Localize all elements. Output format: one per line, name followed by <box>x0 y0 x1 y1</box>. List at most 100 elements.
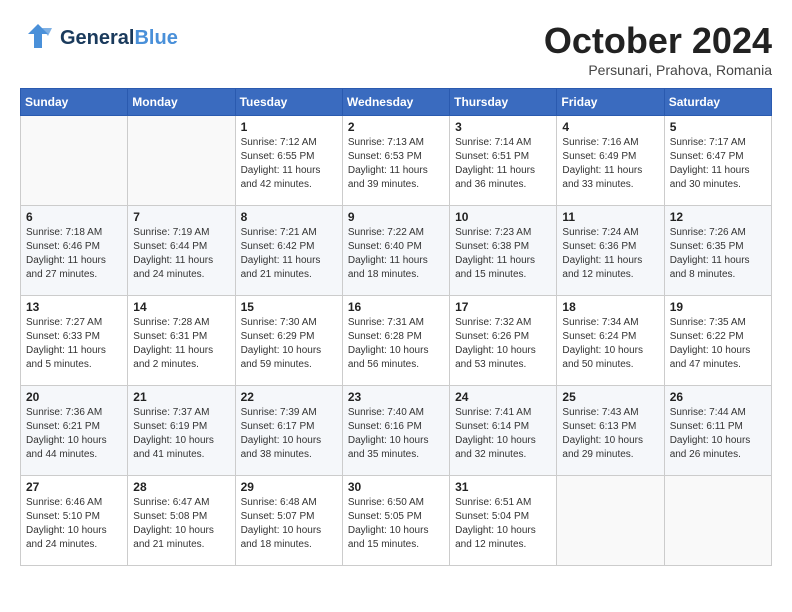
logo-blue-text: Blue <box>134 27 177 49</box>
calendar-cell: 26 Sunrise: 7:44 AM Sunset: 6:11 PM Dayli… <box>664 386 771 476</box>
day-info: Sunrise: 6:47 AM Sunset: 5:08 PM Dayligh… <box>133 496 229 552</box>
day-number: 14 <box>133 300 229 314</box>
day-info: Sunrise: 6:50 AM Sunset: 5:05 PM Dayligh… <box>348 496 444 552</box>
week-row-4: 20Sunrise: 7:36 AM Sunset: 6:21 PM Dayli… <box>21 386 772 476</box>
day-number: 2 <box>348 120 444 134</box>
calendar-cell: 10Sunrise: 7:23 AM Sunset: 6:38 PM Dayli… <box>450 206 557 296</box>
logo-icon <box>20 20 56 56</box>
calendar-cell: 5 Sunrise: 7:17 AM Sunset: 6:47 PM Daylig… <box>664 116 771 206</box>
calendar-cell: 4 Sunrise: 7:16 AM Sunset: 6:49 PM Daylig… <box>557 116 664 206</box>
page-header: GeneralBlue October 2024 Persunari, Prah… <box>20 20 772 78</box>
day-number: 11 <box>562 210 658 224</box>
calendar-cell: 25Sunrise: 7:43 AM Sunset: 6:13 PM Dayli… <box>557 386 664 476</box>
day-info: Sunrise: 7:26 AM Sunset: 6:35 PM Dayligh… <box>670 226 766 282</box>
calendar-cell: 31Sunrise: 6:51 AM Sunset: 5:04 PM Dayli… <box>450 476 557 566</box>
calendar-cell <box>664 476 771 566</box>
week-row-3: 13Sunrise: 7:27 AM Sunset: 6:33 PM Dayli… <box>21 296 772 386</box>
day-number: 1 <box>241 120 337 134</box>
day-info: Sunrise: 6:51 AM Sunset: 5:04 PM Dayligh… <box>455 496 551 552</box>
day-number: 23 <box>348 390 444 404</box>
day-number: 24 <box>455 390 551 404</box>
calendar-cell: 1 Sunrise: 7:12 AM Sunset: 6:55 PM Daylig… <box>235 116 342 206</box>
calendar-cell: 23 Sunrise: 7:40 AM Sunset: 6:16 PM Dayli… <box>342 386 449 476</box>
calendar-cell: 14 Sunrise: 7:28 AM Sunset: 6:31 PM Dayli… <box>128 296 235 386</box>
day-info: Sunrise: 7:31 AM Sunset: 6:28 PM Dayligh… <box>348 316 444 372</box>
day-info: Sunrise: 7:41 AM Sunset: 6:14 PM Dayligh… <box>455 406 551 462</box>
calendar-cell: 16 Sunrise: 7:31 AM Sunset: 6:28 PM Dayli… <box>342 296 449 386</box>
week-row-2: 6 Sunrise: 7:18 AM Sunset: 6:46 PM Daylig… <box>21 206 772 296</box>
calendar-cell: 8Sunrise: 7:21 AM Sunset: 6:42 PM Daylig… <box>235 206 342 296</box>
day-info: Sunrise: 7:30 AM Sunset: 6:29 PM Dayligh… <box>241 316 337 372</box>
month-title: October 2024 <box>544 20 772 62</box>
day-info: Sunrise: 7:16 AM Sunset: 6:49 PM Dayligh… <box>562 136 658 192</box>
day-number: 13 <box>26 300 122 314</box>
calendar-cell: 13Sunrise: 7:27 AM Sunset: 6:33 PM Dayli… <box>21 296 128 386</box>
day-info: Sunrise: 7:34 AM Sunset: 6:24 PM Dayligh… <box>562 316 658 372</box>
weekday-wednesday: Wednesday <box>342 89 449 116</box>
day-number: 4 <box>562 120 658 134</box>
day-info: Sunrise: 7:36 AM Sunset: 6:21 PM Dayligh… <box>26 406 122 462</box>
day-number: 5 <box>670 120 766 134</box>
week-row-5: 27 Sunrise: 6:46 AM Sunset: 5:10 PM Dayli… <box>21 476 772 566</box>
day-info: Sunrise: 7:37 AM Sunset: 6:19 PM Dayligh… <box>133 406 229 462</box>
calendar-cell: 27 Sunrise: 6:46 AM Sunset: 5:10 PM Dayli… <box>21 476 128 566</box>
day-number: 6 <box>26 210 122 224</box>
calendar-cell: 24 Sunrise: 7:41 AM Sunset: 6:14 PM Dayli… <box>450 386 557 476</box>
calendar-cell <box>21 116 128 206</box>
calendar-cell: 29Sunrise: 6:48 AM Sunset: 5:07 PM Dayli… <box>235 476 342 566</box>
day-info: Sunrise: 7:22 AM Sunset: 6:40 PM Dayligh… <box>348 226 444 282</box>
calendar-cell: 30 Sunrise: 6:50 AM Sunset: 5:05 PM Dayli… <box>342 476 449 566</box>
day-info: Sunrise: 7:28 AM Sunset: 6:31 PM Dayligh… <box>133 316 229 372</box>
calendar-cell: 28Sunrise: 6:47 AM Sunset: 5:08 PM Dayli… <box>128 476 235 566</box>
day-number: 7 <box>133 210 229 224</box>
day-number: 10 <box>455 210 551 224</box>
calendar-header: SundayMondayTuesdayWednesdayThursdayFrid… <box>21 89 772 116</box>
weekday-monday: Monday <box>128 89 235 116</box>
calendar-cell: 15Sunrise: 7:30 AM Sunset: 6:29 PM Dayli… <box>235 296 342 386</box>
day-info: Sunrise: 7:13 AM Sunset: 6:53 PM Dayligh… <box>348 136 444 192</box>
day-number: 12 <box>670 210 766 224</box>
day-info: Sunrise: 6:46 AM Sunset: 5:10 PM Dayligh… <box>26 496 122 552</box>
day-info: Sunrise: 7:43 AM Sunset: 6:13 PM Dayligh… <box>562 406 658 462</box>
calendar-cell <box>128 116 235 206</box>
week-row-1: 1 Sunrise: 7:12 AM Sunset: 6:55 PM Daylig… <box>21 116 772 206</box>
calendar-cell: 6 Sunrise: 7:18 AM Sunset: 6:46 PM Daylig… <box>21 206 128 296</box>
calendar-cell: 9Sunrise: 7:22 AM Sunset: 6:40 PM Daylig… <box>342 206 449 296</box>
weekday-row: SundayMondayTuesdayWednesdayThursdayFrid… <box>21 89 772 116</box>
day-info: Sunrise: 7:21 AM Sunset: 6:42 PM Dayligh… <box>241 226 337 282</box>
calendar-cell: 18 Sunrise: 7:34 AM Sunset: 6:24 PM Dayli… <box>557 296 664 386</box>
day-info: Sunrise: 7:14 AM Sunset: 6:51 PM Dayligh… <box>455 136 551 192</box>
day-info: Sunrise: 7:32 AM Sunset: 6:26 PM Dayligh… <box>455 316 551 372</box>
day-info: Sunrise: 6:48 AM Sunset: 5:07 PM Dayligh… <box>241 496 337 552</box>
day-info: Sunrise: 7:40 AM Sunset: 6:16 PM Dayligh… <box>348 406 444 462</box>
day-info: Sunrise: 7:44 AM Sunset: 6:11 PM Dayligh… <box>670 406 766 462</box>
day-number: 26 <box>670 390 766 404</box>
calendar-cell: 21Sunrise: 7:37 AM Sunset: 6:19 PM Dayli… <box>128 386 235 476</box>
day-info: Sunrise: 7:35 AM Sunset: 6:22 PM Dayligh… <box>670 316 766 372</box>
day-info: Sunrise: 7:39 AM Sunset: 6:17 PM Dayligh… <box>241 406 337 462</box>
weekday-tuesday: Tuesday <box>235 89 342 116</box>
calendar-cell: 7Sunrise: 7:19 AM Sunset: 6:44 PM Daylig… <box>128 206 235 296</box>
logo-general-text: General <box>60 27 134 49</box>
day-number: 16 <box>348 300 444 314</box>
weekday-saturday: Saturday <box>664 89 771 116</box>
calendar-cell: 11Sunrise: 7:24 AM Sunset: 6:36 PM Dayli… <box>557 206 664 296</box>
title-block: October 2024 Persunari, Prahova, Romania <box>544 20 772 78</box>
day-number: 19 <box>670 300 766 314</box>
calendar-cell: 17 Sunrise: 7:32 AM Sunset: 6:26 PM Dayli… <box>450 296 557 386</box>
weekday-thursday: Thursday <box>450 89 557 116</box>
calendar-cell <box>557 476 664 566</box>
calendar-cell: 19 Sunrise: 7:35 AM Sunset: 6:22 PM Dayli… <box>664 296 771 386</box>
day-number: 30 <box>348 480 444 494</box>
day-number: 3 <box>455 120 551 134</box>
day-number: 18 <box>562 300 658 314</box>
day-number: 17 <box>455 300 551 314</box>
calendar-cell: 3 Sunrise: 7:14 AM Sunset: 6:51 PM Daylig… <box>450 116 557 206</box>
day-number: 27 <box>26 480 122 494</box>
day-info: Sunrise: 7:18 AM Sunset: 6:46 PM Dayligh… <box>26 226 122 282</box>
day-info: Sunrise: 7:17 AM Sunset: 6:47 PM Dayligh… <box>670 136 766 192</box>
calendar-body: 1 Sunrise: 7:12 AM Sunset: 6:55 PM Daylig… <box>21 116 772 566</box>
day-number: 22 <box>241 390 337 404</box>
logo: GeneralBlue <box>20 20 178 56</box>
day-info: Sunrise: 7:12 AM Sunset: 6:55 PM Dayligh… <box>241 136 337 192</box>
